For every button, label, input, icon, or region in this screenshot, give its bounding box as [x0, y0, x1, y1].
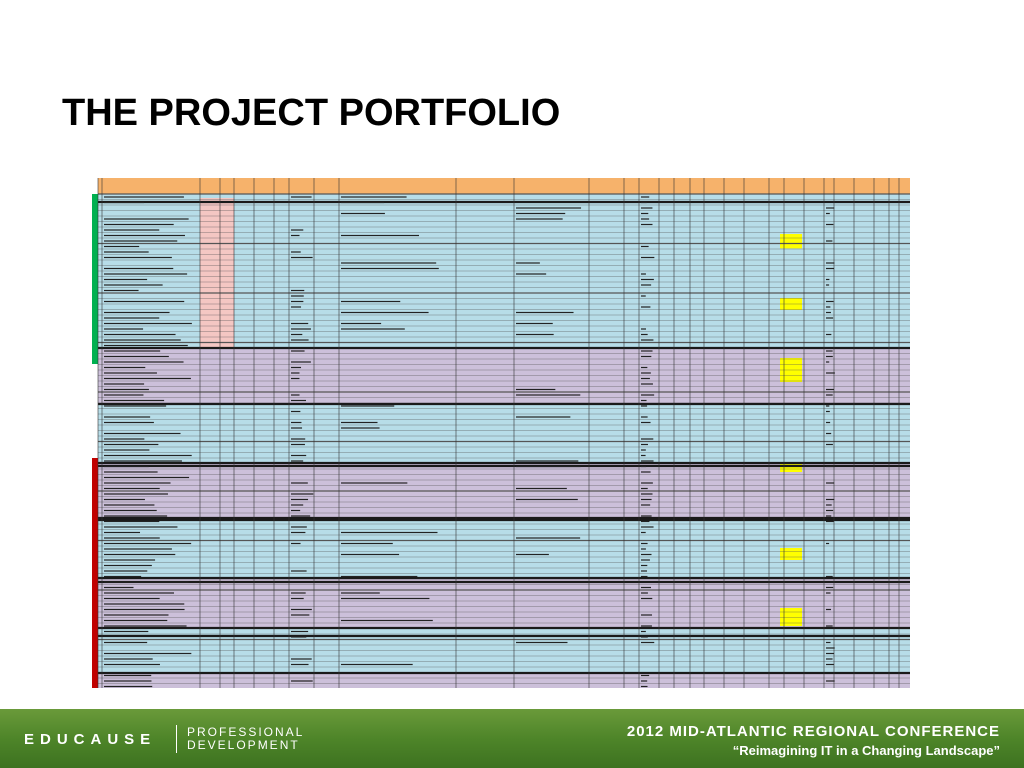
slide-title: THE PROJECT PORTFOLIO	[62, 92, 560, 135]
brand-sub-line2: DEVELOPMENT	[187, 739, 327, 752]
educause-logo: EDUCAUSE	[24, 731, 156, 748]
highlight-cell	[780, 548, 802, 560]
footer-band: EDUCAUSE PROFESSIONAL DEVELOPMENT 2012 M…	[0, 709, 1024, 768]
status-strip-green	[92, 194, 98, 364]
status-strip-red	[92, 458, 98, 688]
highlight-cell	[780, 463, 802, 472]
highlight-cell	[780, 608, 802, 626]
conference-tagline: “Reimagining IT in a Changing Landscape”	[733, 743, 1000, 758]
spreadsheet-graphic	[84, 178, 910, 688]
professional-development-label: PROFESSIONAL DEVELOPMENT	[187, 726, 327, 752]
logo-divider	[176, 725, 177, 753]
portfolio-spreadsheet-image	[84, 178, 910, 688]
highlight-cell	[780, 234, 802, 248]
conference-title: 2012 MID-ATLANTIC REGIONAL CONFERENCE	[627, 723, 1000, 740]
